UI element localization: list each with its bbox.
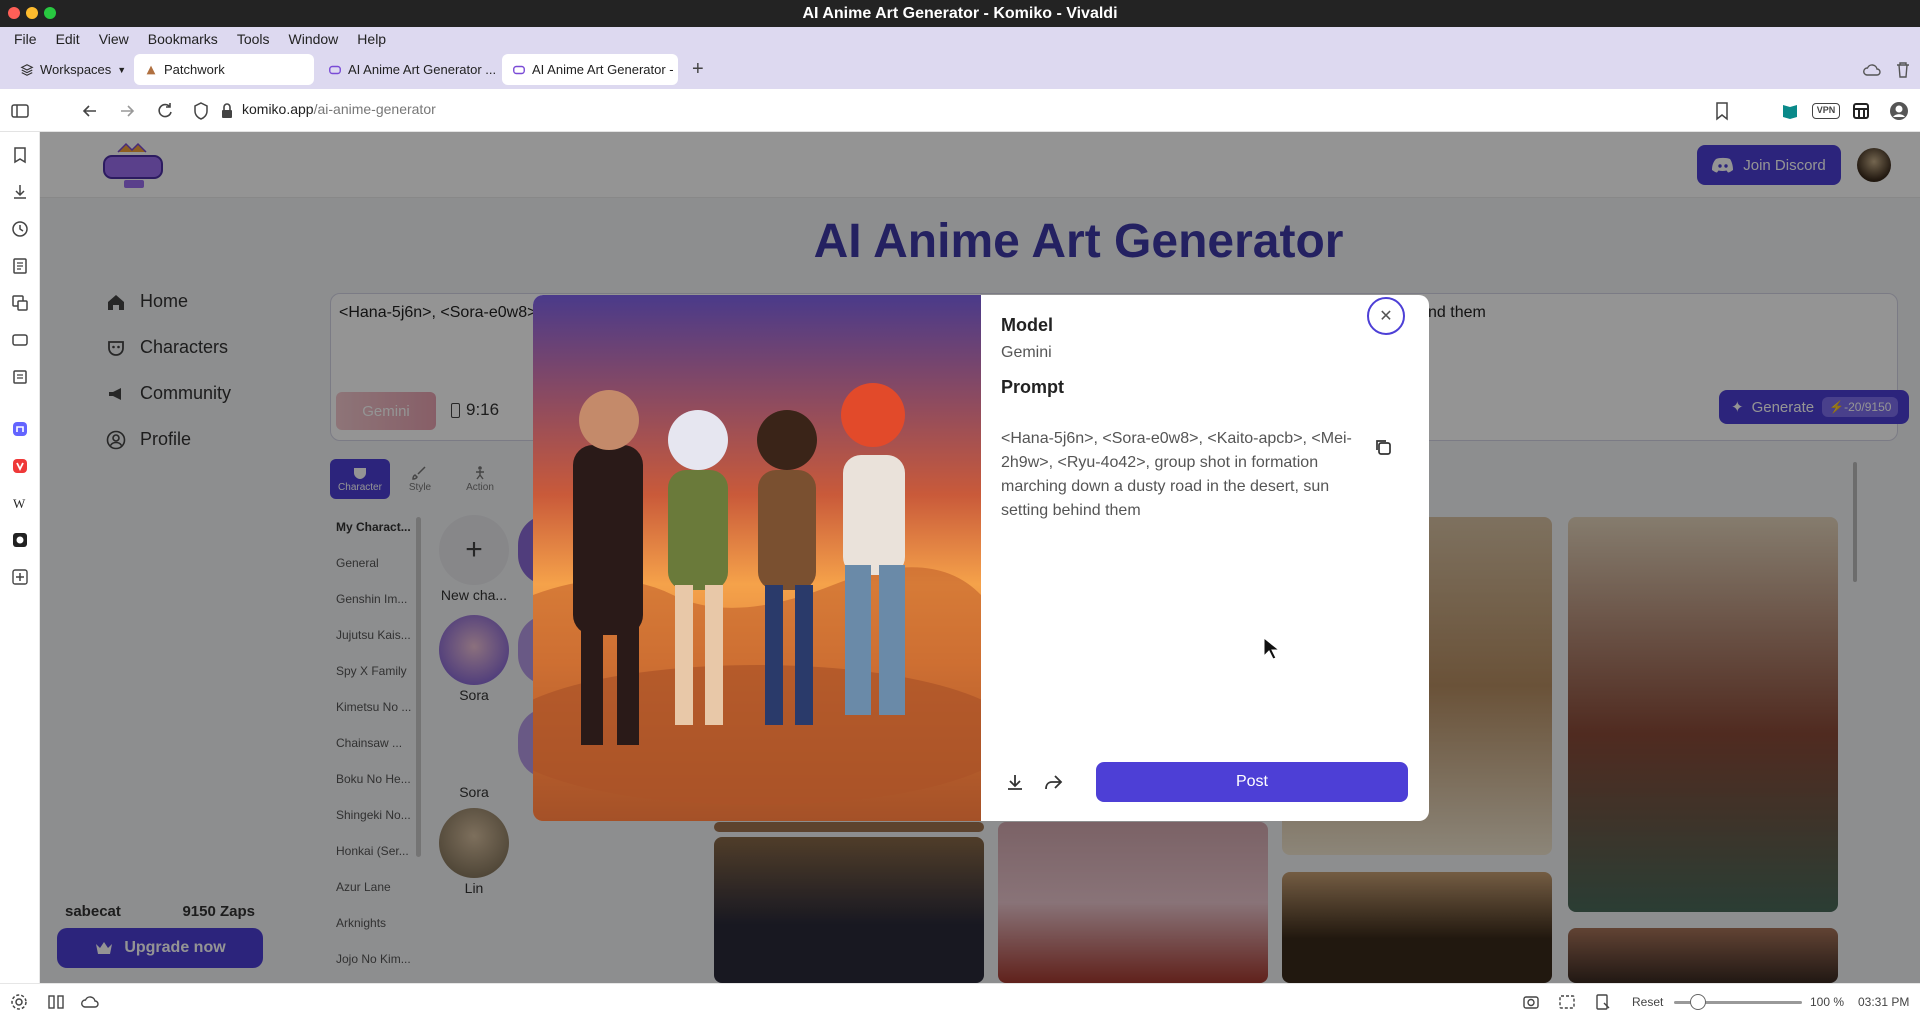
menu-bar: File Edit View Bookmarks Tools Window He… — [0, 27, 1920, 50]
profile-icon[interactable] — [1889, 101, 1909, 121]
menu-view[interactable]: View — [99, 31, 129, 47]
generated-image — [533, 295, 981, 821]
post-label: Post — [1235, 773, 1268, 790]
vivaldi-icon[interactable] — [11, 457, 29, 475]
mouse-cursor-icon — [1263, 637, 1279, 660]
post-button[interactable]: Post — [1096, 762, 1408, 802]
cloud-icon[interactable] — [80, 994, 100, 1010]
window-titlebar: AI Anime Art Generator - Komiko - Vivald… — [0, 0, 1920, 27]
screenshot-icon[interactable] — [1522, 993, 1540, 1011]
image-info-panel: Model Gemini Prompt <Hana-5j6n>, <Sora-e… — [981, 295, 1429, 821]
browser-side-panel: W — [0, 132, 40, 983]
komiko-favicon-icon — [513, 65, 525, 74]
close-modal-button[interactable]: ✕ — [1367, 297, 1405, 335]
menu-bookmarks[interactable]: Bookmarks — [148, 31, 218, 47]
settings-icon[interactable] — [10, 993, 28, 1011]
downloads-panel-icon[interactable] — [11, 183, 29, 201]
bookmark-icon[interactable] — [1714, 101, 1730, 121]
tab-anime-generator-1[interactable]: AI Anime Art Generator ... — [318, 54, 498, 85]
copy-icon[interactable] — [1373, 437, 1393, 457]
trash-icon[interactable] — [1896, 61, 1910, 79]
menu-window[interactable]: Window — [289, 31, 339, 47]
forward-icon[interactable] — [117, 101, 137, 121]
download-icon[interactable] — [1005, 772, 1025, 792]
tab-patchwork[interactable]: Patchwork — [134, 54, 314, 85]
zoom-reset-button[interactable]: Reset — [1632, 995, 1663, 1009]
chevron-down-icon: ▼ — [117, 64, 127, 75]
menu-file[interactable]: File — [14, 31, 37, 47]
mastodon-icon[interactable] — [11, 420, 29, 438]
clock: 03:31 PM — [1858, 995, 1910, 1009]
page-actions-icon[interactable] — [1594, 993, 1612, 1011]
menu-tools[interactable]: Tools — [237, 31, 270, 47]
translate-panel-icon[interactable] — [11, 294, 29, 312]
status-bar: Reset 100 % 03:31 PM — [0, 983, 1920, 1020]
web-panel-icon[interactable] — [11, 531, 29, 549]
url-domain: komiko.app — [242, 101, 314, 117]
tab-label: AI Anime Art Generator ... — [348, 62, 497, 77]
komiko-favicon-icon — [329, 65, 341, 74]
tab-label: AI Anime Art Generator - K — [532, 62, 678, 77]
workspaces-label: Workspaces — [40, 62, 112, 77]
menu-help[interactable]: Help — [357, 31, 386, 47]
panel-toggle-icon[interactable] — [10, 101, 30, 121]
layers-icon — [20, 63, 34, 76]
window-panel-icon[interactable] — [11, 331, 29, 349]
model-label: Model — [1001, 315, 1053, 335]
model-value: Gemini — [1001, 344, 1052, 361]
patchwork-icon — [146, 65, 156, 74]
new-tab-button[interactable]: + — [682, 54, 712, 85]
lock-icon — [222, 103, 232, 118]
anime-group-illustration — [533, 383, 981, 821]
vpn-icon[interactable]: VPN — [1812, 103, 1840, 119]
close-icon: ✕ — [1379, 308, 1393, 325]
zoom-level: 100 % — [1810, 995, 1845, 1009]
page-tiling-icon[interactable] — [1558, 993, 1576, 1011]
reader-extension-icon[interactable] — [1780, 101, 1800, 121]
notes-panel-icon[interactable] — [11, 257, 29, 275]
prompt-value: <Hana-5j6n>, <Sora-e0w8>, <Kaito-apcb>, … — [1001, 430, 1352, 519]
window-title: AI Anime Art Generator - Komiko - Vivald… — [802, 5, 1118, 22]
zoom-slider-handle[interactable] — [1690, 994, 1706, 1010]
prompt-label: Prompt — [1001, 377, 1064, 397]
url-field[interactable]: komiko.app/ai-anime-generator — [242, 101, 436, 117]
tab-bar: Workspaces ▼ Patchwork AI Anime Art Gene… — [0, 50, 1920, 89]
tab-anime-generator-2[interactable]: AI Anime Art Generator - K — [502, 54, 678, 85]
image-detail-modal: Model Gemini Prompt <Hana-5j6n>, <Sora-e… — [533, 295, 1429, 821]
add-panel-icon[interactable] — [11, 568, 29, 586]
reading-list-icon[interactable] — [11, 368, 29, 386]
menu-edit[interactable]: Edit — [56, 31, 80, 47]
history-panel-icon[interactable] — [11, 220, 29, 238]
back-icon[interactable] — [80, 101, 100, 121]
tab-label: Patchwork — [164, 62, 225, 77]
share-icon[interactable] — [1043, 772, 1063, 792]
address-bar: komiko.app/ai-anime-generator VPN — [0, 89, 1920, 132]
minimize-window-button[interactable] — [26, 7, 38, 19]
close-window-button[interactable] — [8, 7, 20, 19]
shield-icon[interactable] — [193, 101, 209, 121]
wikipedia-icon[interactable]: W — [11, 494, 29, 512]
window-controls[interactable] — [8, 7, 56, 19]
svg-text:W: W — [13, 496, 26, 511]
maximize-window-button[interactable] — [44, 7, 56, 19]
workspaces-button[interactable]: Workspaces ▼ — [10, 54, 130, 85]
url-path: /ai-anime-generator — [313, 101, 436, 117]
tile-tabs-icon[interactable] — [47, 993, 65, 1011]
reload-icon[interactable] — [155, 101, 175, 121]
bookmarks-panel-icon[interactable] — [11, 146, 29, 164]
cloud-sync-icon[interactable] — [1862, 62, 1882, 78]
extensions-icon[interactable] — [1851, 101, 1871, 121]
